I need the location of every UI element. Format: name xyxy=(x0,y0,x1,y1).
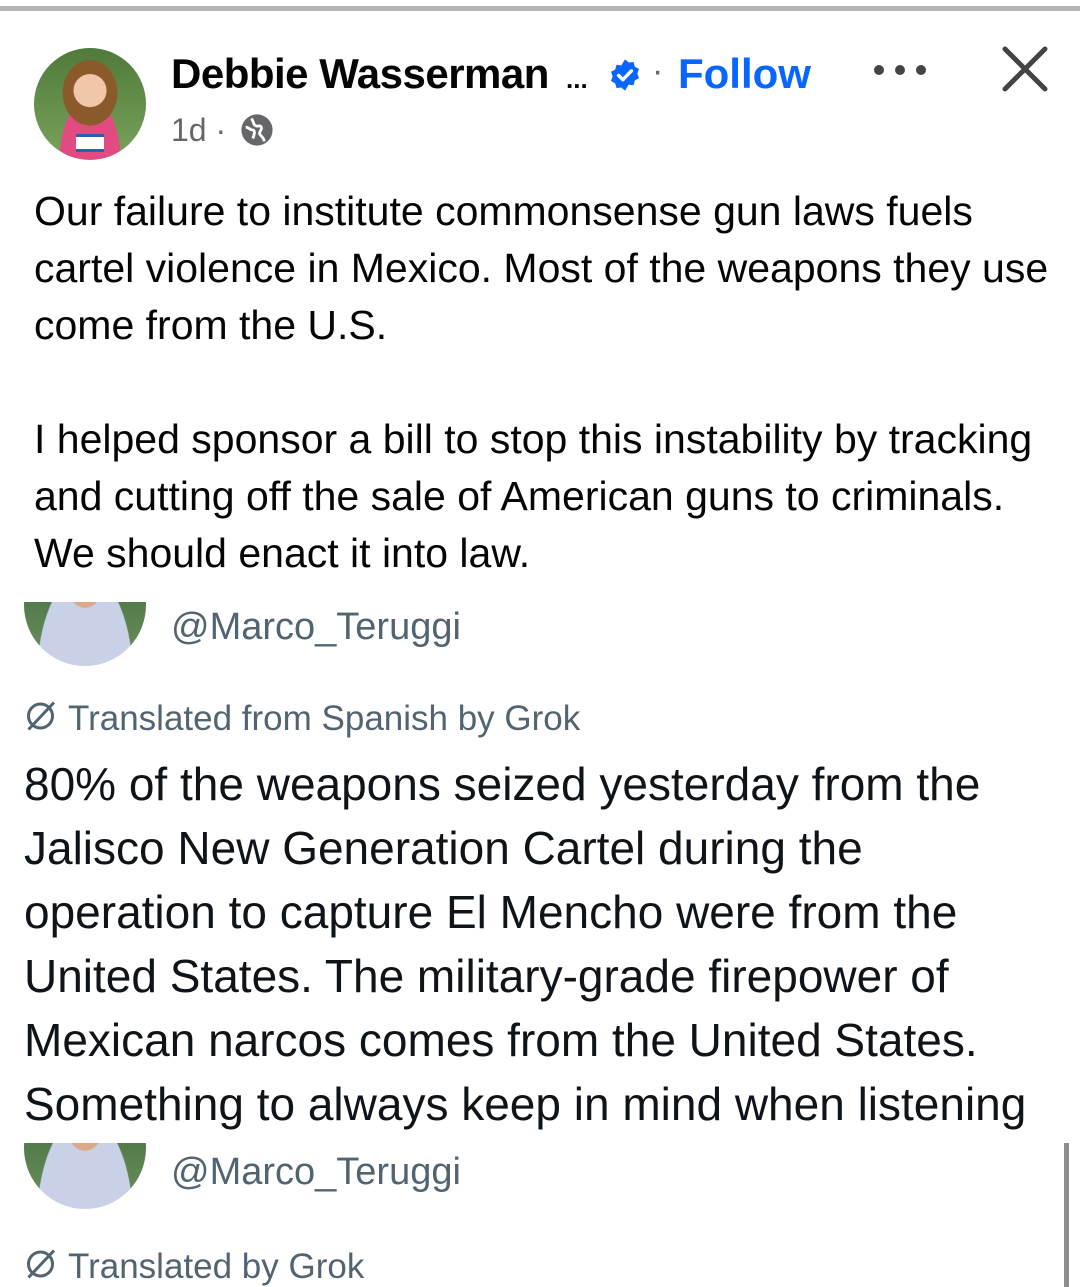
top-divider xyxy=(0,6,1080,11)
author-avatar[interactable] xyxy=(34,48,146,160)
post-paragraph: Our failure to institute commonsense gun… xyxy=(34,188,1049,348)
flag-badge xyxy=(76,134,104,152)
close-icon[interactable] xyxy=(1000,44,1050,94)
grok-icon xyxy=(27,1249,56,1279)
follow-button[interactable]: Follow xyxy=(678,50,811,98)
grok-icon xyxy=(27,701,56,731)
embed-header-1: @Marco_Teruggi xyxy=(0,602,1080,666)
translation-note: Translated from Spanish by Grok xyxy=(24,698,580,739)
embed-avatar xyxy=(24,602,146,666)
author-name[interactable]: Debbie Wasserman xyxy=(171,50,549,98)
embed-header-2: @Marco_Teruggi xyxy=(0,1143,1080,1215)
follow-separator: · xyxy=(652,52,664,90)
verified-badge-icon xyxy=(610,59,640,91)
name-truncation: ... xyxy=(566,64,588,94)
translated-text: 80% of the weapons seized yesterday from… xyxy=(24,758,1027,1130)
embed-avatar xyxy=(24,1143,146,1209)
translation-note-text: Translated by Grok xyxy=(68,1247,365,1286)
globe-icon xyxy=(241,114,273,146)
translation-note-text: Translated from Spanish by Grok xyxy=(68,699,581,738)
post-paragraph: I helped sponsor a bill to stop this ins… xyxy=(34,416,1033,576)
translation-note: Translated by Grok xyxy=(24,1246,364,1287)
more-options-icon[interactable] xyxy=(870,52,930,88)
embed-handle: @Marco_Teruggi xyxy=(171,606,461,648)
embed-handle: @Marco_Teruggi xyxy=(171,1151,461,1193)
scrollbar[interactable] xyxy=(1064,1143,1069,1287)
post-body: Our failure to institute commonsense gun… xyxy=(34,183,1054,582)
post-timestamp: 1d · xyxy=(171,112,227,148)
